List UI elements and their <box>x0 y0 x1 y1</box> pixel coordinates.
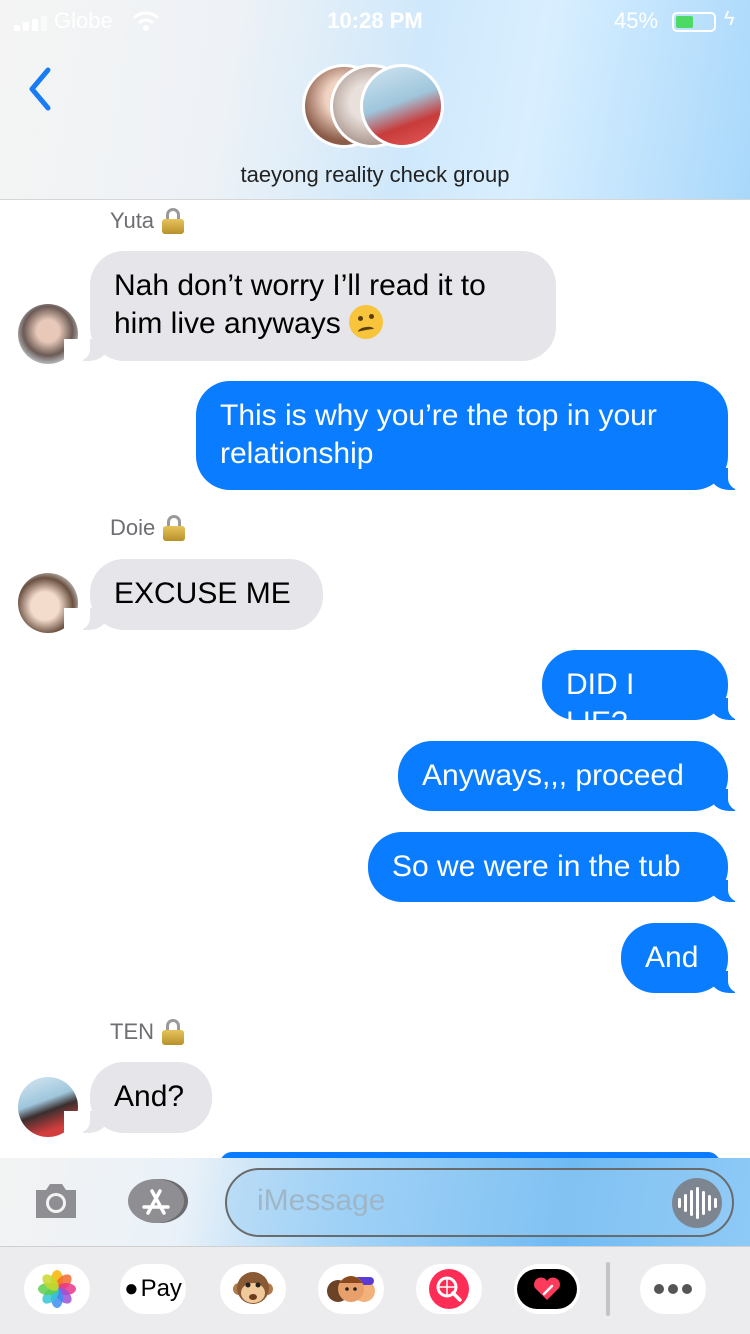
digital-touch-app[interactable] <box>514 1264 580 1314</box>
monkey-animoji-icon <box>233 1272 273 1304</box>
sender-label: Doie <box>110 515 186 541</box>
image-search-icon <box>429 1269 469 1309</box>
image-search-app[interactable] <box>416 1264 482 1314</box>
message-bubble-incoming[interactable]: And? <box>64 1062 212 1133</box>
message-input-placeholder: iMessage <box>257 1184 386 1217</box>
apple-pay-icon: ● <box>124 1275 139 1302</box>
conversation-header: Globe 10:28 PM 45% ϟ taeyong reality che… <box>0 0 750 200</box>
lock-icon <box>162 1019 184 1045</box>
sender-name: Doie <box>110 515 156 540</box>
message-text: This is why you’re the top in your relat… <box>220 399 657 470</box>
battery-percent: 45% <box>614 8 659 33</box>
app-store-icon[interactable] <box>126 1177 188 1225</box>
digital-touch-icon <box>517 1269 577 1309</box>
message-input[interactable]: iMessage <box>225 1168 734 1237</box>
message-bubble-outgoing[interactable]: Anyways,,, proceed <box>398 741 750 811</box>
woozy-face-emoji <box>348 305 383 339</box>
lock-icon <box>162 208 185 234</box>
message-text: And <box>645 941 699 974</box>
animoji-app[interactable] <box>220 1264 286 1314</box>
battery-icon <box>672 12 716 32</box>
message-bubble-outgoing[interactable]: So we were in the tub <box>368 832 750 902</box>
sender-label: Yuta <box>110 208 185 234</box>
message-bubble-outgoing[interactable]: This is why you’re the top in your relat… <box>196 381 750 490</box>
more-icon <box>654 1284 692 1294</box>
message-bubble-incoming[interactable]: Nah don’t worry I’ll read it to him live… <box>64 251 556 361</box>
message-text: EXCUSE ME <box>114 577 291 610</box>
message-bubble-outgoing[interactable]: DID I LIE? <box>542 650 750 739</box>
sender-label: TEN <box>110 1019 184 1045</box>
more-apps-button[interactable] <box>640 1264 706 1314</box>
message-bubble-incoming[interactable]: EXCUSE ME <box>64 559 323 630</box>
message-text: Anyways,,, proceed <box>422 759 684 792</box>
lock-icon <box>163 515 186 541</box>
apple-pay-app[interactable]: ● Pay <box>120 1264 186 1314</box>
memoji-app[interactable] <box>318 1264 384 1314</box>
sender-name: Yuta <box>110 208 155 233</box>
group-avatar-stack[interactable] <box>302 64 452 154</box>
message-text: And? <box>114 1080 185 1113</box>
status-bar: Globe 10:28 PM 45% ϟ <box>0 6 750 36</box>
message-text: So we were in the tub <box>392 850 681 883</box>
audio-waveform-icon[interactable] <box>672 1178 722 1228</box>
sender-name: TEN <box>110 1019 154 1044</box>
memoji-icon <box>327 1276 375 1302</box>
group-member-avatar <box>360 64 444 148</box>
apple-pay-label: Pay <box>140 1275 182 1302</box>
camera-icon[interactable] <box>32 1180 80 1220</box>
message-bubble-outgoing[interactable]: And <box>621 923 750 993</box>
message-text: DID I LIE? <box>566 668 635 739</box>
photos-icon <box>38 1270 76 1308</box>
group-name[interactable]: taeyong reality check group <box>0 162 750 188</box>
charging-icon: ϟ <box>724 8 735 30</box>
drawer-divider <box>606 1262 610 1316</box>
message-text: Nah don’t worry I’ll read it to him live… <box>114 269 486 340</box>
photos-app[interactable] <box>24 1264 90 1314</box>
back-chevron-icon[interactable] <box>22 62 62 116</box>
